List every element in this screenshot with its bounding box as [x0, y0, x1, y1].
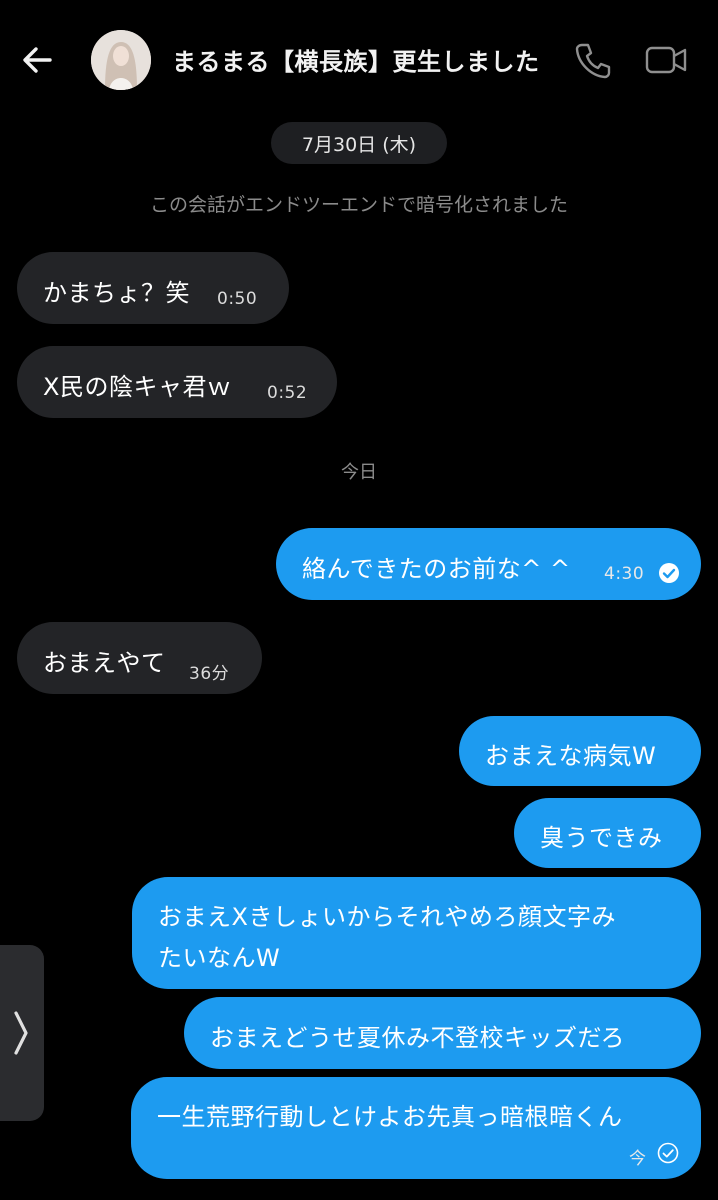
- message-time: 今: [629, 1149, 647, 1169]
- check-circle-outline-icon: [657, 1142, 679, 1164]
- conversation-header: まるまる【横長族】更生しました: [0, 0, 718, 118]
- encryption-notice: この会話がエンドツーエンドで暗号化されました: [149, 194, 568, 216]
- message-bubble-incoming[interactable]: X民の陰キャ君ｗ 0:52: [17, 346, 337, 418]
- message-text: X民の陰キャ君ｗ: [43, 373, 232, 401]
- side-drawer-handle[interactable]: [0, 945, 44, 1121]
- message-bubble-outgoing[interactable]: 臭うできみ: [514, 798, 701, 868]
- message-text: 臭うできみ: [540, 824, 663, 852]
- avatar-image: [91, 30, 151, 90]
- message-bubble-outgoing[interactable]: おまえXきしょいからそれやめろ顔文字み たいなんW: [132, 877, 701, 989]
- message-text: おまえどうせ夏休み不登校キッズだろ: [210, 1024, 626, 1052]
- conversation-title[interactable]: まるまる【横長族】更生しました: [172, 42, 540, 77]
- avatar[interactable]: [91, 30, 151, 90]
- message-text: 絡んできたのお前な^ ^: [302, 555, 571, 583]
- message-time: 36分: [189, 664, 230, 684]
- check-circle-icon: [659, 563, 679, 583]
- message-bubble-outgoing[interactable]: 一生荒野行動しとけよお先真っ暗根暗くん 今: [131, 1077, 701, 1179]
- video-camera-icon[interactable]: [644, 42, 688, 78]
- chevron-right-icon: [14, 1011, 28, 1055]
- message-text: かまちょ？笑: [43, 279, 190, 307]
- back-arrow-icon[interactable]: [18, 40, 58, 80]
- message-time: 4:30: [604, 564, 645, 584]
- message-text: おまえやて: [43, 649, 166, 677]
- message-text: おまえな病気W: [485, 742, 657, 770]
- message-bubble-outgoing[interactable]: 絡んできたのお前な^ ^ 4:30: [276, 528, 701, 600]
- phone-icon[interactable]: [574, 40, 612, 80]
- message-bubble-outgoing[interactable]: おまえどうせ夏休み不登校キッズだろ: [184, 997, 701, 1069]
- message-text: 一生荒野行動しとけよお先真っ暗根暗くん: [157, 1103, 623, 1131]
- message-bubble-incoming[interactable]: おまえやて 36分: [17, 622, 262, 694]
- date-chip: 7月30日 (木): [271, 122, 447, 164]
- message-bubble-outgoing[interactable]: おまえな病気W: [459, 716, 701, 786]
- message-text-line: たいなんW: [158, 944, 281, 972]
- message-bubble-incoming[interactable]: かまちょ？笑 0:50: [17, 252, 289, 324]
- message-text-line: おまえXきしょいからそれやめろ顔文字み: [158, 903, 616, 931]
- today-divider: 今日: [341, 462, 377, 483]
- message-time: 0:50: [217, 289, 258, 309]
- message-time: 0:52: [267, 383, 308, 403]
